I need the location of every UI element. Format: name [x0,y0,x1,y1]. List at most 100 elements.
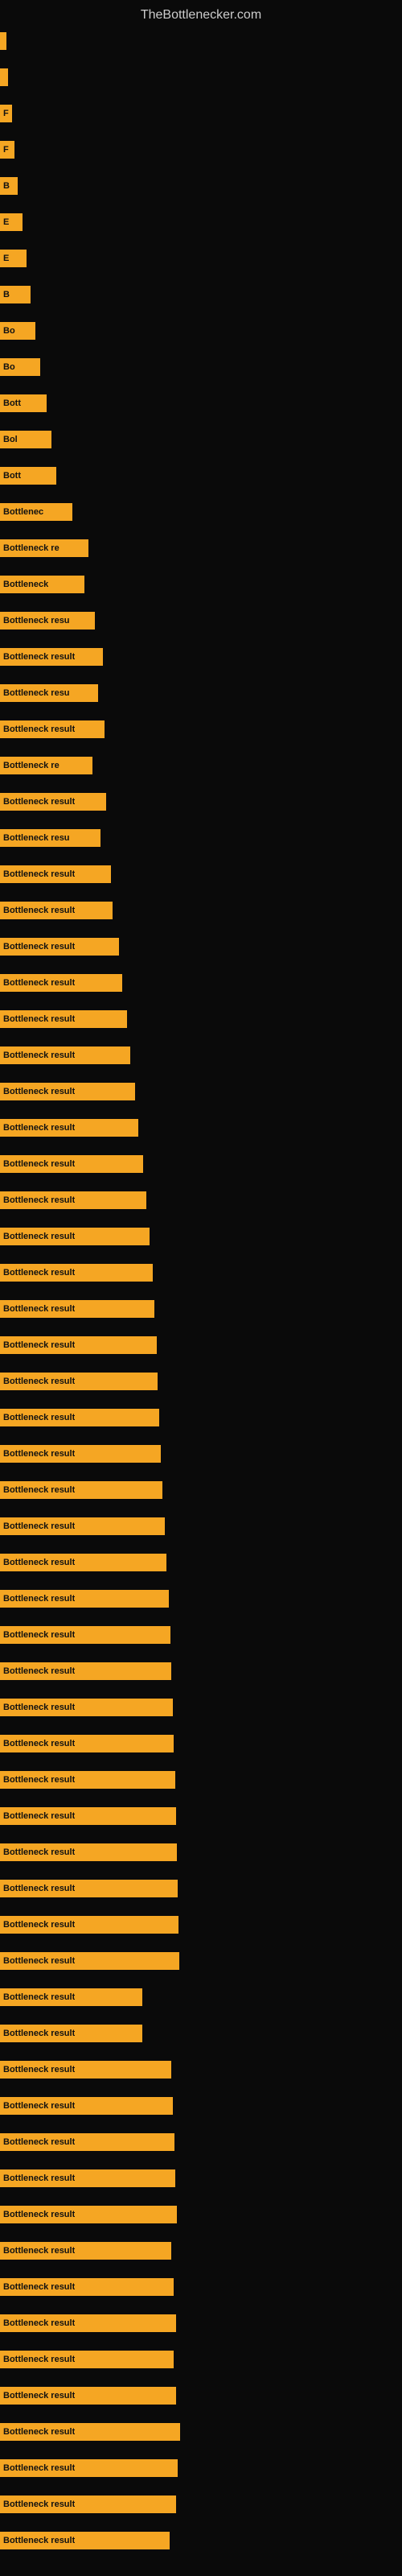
bar-label: Bottleneck result [3,2427,75,2437]
bar-label: Bottleneck result [3,1159,75,1169]
bar-item: Bottleneck result [0,720,105,738]
bar-item: Bottleneck result [0,974,122,992]
bar-fill: Bott [0,394,47,412]
bar-fill: Bottleneck result [0,2097,173,2115]
bar-fill: Bottleneck result [0,2242,171,2260]
bar-label: Bott [3,471,21,481]
bar-label: Bottleneck result [3,1703,75,1712]
bar-item: Bo [0,358,40,376]
bar-item: B [0,286,31,303]
bar-item: Bottleneck [0,576,84,593]
bar-label: Bottleneck result [3,1413,75,1422]
bar-fill: Bottleneck result [0,2387,176,2405]
bar-fill: Bottleneck result [0,1662,171,1680]
bar-item: Bottleneck result [0,1735,174,1752]
bar-label: Bottleneck result [3,652,75,662]
bar-label: Bo [3,326,15,336]
bar-item: Bottleneck result [0,1988,142,2006]
bar-item: Bottleneck re [0,539,88,557]
bar-label: Bottleneck result [3,2463,75,2473]
bar-fill: Bottleneck result [0,1626,170,1644]
bar-item: Bottleneck result [0,1481,162,1499]
bar-label: Bottleneck result [3,1666,75,1676]
bar-item: Bottleneck result [0,2278,174,2296]
bar-fill: Bottleneck result [0,1807,176,1825]
bar-fill: Bottleneck re [0,539,88,557]
bar-fill: Bottleneck result [0,1373,158,1390]
bar-label: Bottleneck result [3,1014,75,1024]
bar-fill: Bottleneck result [0,2423,180,2441]
bar-fill: Bottleneck result [0,1481,162,1499]
bar-fill: Bottleneck result [0,1155,143,1173]
bar-item: F [0,105,12,122]
bar-label: F [3,109,9,118]
bar-item: Bottleneck result [0,1590,169,1608]
bar-item: Bott [0,467,56,485]
bar-label: Bottleneck result [3,797,75,807]
bar-fill: Bottleneck resu [0,829,100,847]
bar-item: Bottleneck result [0,2206,177,2223]
bar-label: Bottleneck result [3,1123,75,1133]
bar-item: F [0,141,14,159]
bar-fill: Bottleneck result [0,793,106,811]
bar-item: Bottleneck result [0,1010,127,1028]
bar-label: Bottleneck result [3,1811,75,1821]
bar-label: Bottleneck result [3,906,75,915]
bar-fill: Bottleneck result [0,1771,175,1789]
bar-fill: Bottleneck result [0,1409,159,1426]
bar-fill: Bottleneck result [0,2532,170,2549]
bar-item: Bottleneck resu [0,829,100,847]
bar-fill: F [0,105,12,122]
bar-item: B [0,177,18,195]
bar-item: Bottleneck result [0,1191,146,1209]
bar-label: Bottleneck result [3,1739,75,1748]
bar-label: Bol [3,435,18,444]
bar-label: Bottleneck result [3,1992,75,2002]
bar-item: Bottleneck result [0,2496,176,2513]
site-title: TheBottlenecker.com [0,0,402,27]
bar-label: Bottleneck result [3,1884,75,1893]
bar-fill: Bottleneck result [0,1843,177,1861]
bar-fill: Bottleneck result [0,1952,179,1970]
bar-item: Bottleneck result [0,1228,150,1245]
bar-fill: Bo [0,322,35,340]
bar-fill: Bottleneck resu [0,612,95,630]
bar-fill: Bottleneck result [0,1916,178,1934]
bar-fill: Bo [0,358,40,376]
bar-fill: Bottleneck result [0,1554,166,1571]
bar-item: Bottleneck result [0,902,113,919]
bar-label: Bottleneck result [3,2282,75,2292]
bar-item: Bottleneck result [0,1880,178,1897]
bar-label: Bottleneck result [3,1340,75,1350]
bar-item: Bottleneck result [0,1517,165,1535]
bar-item [0,68,8,86]
bar-fill: Bottleneck result [0,2459,178,2477]
bar-label: Bottleneck result [3,1847,75,1857]
bar-label: Bottleneck result [3,1630,75,1640]
bar-item: Bottlenec [0,503,72,521]
bar-label: Bottleneck result [3,1558,75,1567]
bar-label: Bottleneck result [3,724,75,734]
bar-label: Bottleneck [3,580,48,589]
bar-label: Bottleneck result [3,2065,75,2074]
bar-label: Bottleneck result [3,1304,75,1314]
bar-fill: Bottleneck result [0,1735,174,1752]
bar-item: Bottleneck result [0,1916,178,1934]
bar-item: Bott [0,394,47,412]
bar-fill: Bottleneck result [0,1445,161,1463]
bar-item: Bol [0,431,51,448]
bar-fill: Bottleneck result [0,1590,169,1608]
bar-item: Bottleneck result [0,1046,130,1064]
bar-fill: Bottlenec [0,503,72,521]
bar-label: Bottleneck result [3,2101,75,2111]
bar-fill: Bottleneck result [0,648,103,666]
bar-label: Bottleneck resu [3,616,70,625]
bar-label: Bottleneck resu [3,833,70,843]
bar-label: Bottleneck result [3,1268,75,1278]
bar-item: Bottleneck result [0,1807,176,1825]
bar-label: Bottleneck result [3,2318,75,2328]
bar-label: Bottleneck result [3,978,75,988]
bar-fill [0,68,8,86]
bar-fill: Bottleneck result [0,2025,142,2042]
bar-item: Bottleneck result [0,2061,171,2079]
